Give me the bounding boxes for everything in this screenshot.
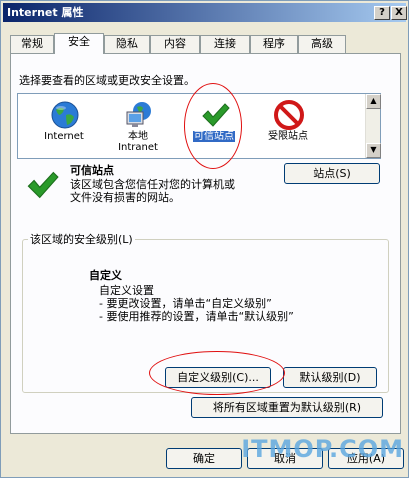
title-bar[interactable]: Internet 属性 ? X [3,3,407,22]
zone-prompt-label: 选择要查看的区域或更改安全设置。 [19,74,195,87]
selected-zone-description-2: 文件没有损害的网站。 [70,191,180,204]
scroll-down-icon[interactable]: ▼ [366,143,381,158]
tab-general[interactable]: 常规 [10,35,54,53]
zone-internet-label: Internet [44,131,84,142]
tab-connections[interactable]: 连接 [200,35,250,53]
no-entry-icon [274,100,304,130]
close-button[interactable]: X [391,6,407,20]
tab-security[interactable]: 安全 [54,33,104,54]
sites-button[interactable]: 站点(S) [284,163,380,184]
security-level-name: 自定义 [89,269,122,282]
intranet-monitor-icon [126,102,151,127]
custom-settings-line-3: - 要使用推荐的设置，请单击“默认级别” [99,310,294,323]
globe-icon [51,101,79,129]
default-level-button[interactable]: 默认级别(D) [283,367,377,388]
zone-list-scrollbar[interactable]: ▲ ▼ [365,94,381,158]
reset-all-zones-button[interactable]: 将所有区域重置为默认级别(R) [191,397,383,418]
window-title: Internet 属性 [7,6,84,19]
zone-internet[interactable]: Internet [28,94,100,158]
zone-local-intranet[interactable]: 本地 Intranet [102,94,174,158]
zone-restricted-sites[interactable]: 受限站点 [252,94,324,158]
tab-content[interactable]: 内容 [150,35,200,53]
internet-options-dialog: Internet 属性 ? X 常规 安全 隐私 内容 连接 程序 高级 选择要… [0,0,409,478]
watermark-text: ITMOP.COM [241,435,404,463]
zone-restricted-label: 受限站点 [268,131,308,142]
tab-privacy[interactable]: 隐私 [104,35,150,53]
ok-button[interactable]: 确定 [166,448,242,469]
tab-advanced[interactable]: 高级 [298,35,346,53]
help-button[interactable]: ? [374,6,390,20]
scroll-up-icon[interactable]: ▲ [366,94,381,109]
zone-intranet-label: 本地 Intranet [118,131,158,153]
trusted-sites-checkmark-icon [27,171,59,199]
security-level-group-title: 该区域的安全级别(L) [28,231,135,247]
red-annotation-ellipse [184,83,242,169]
tab-programs[interactable]: 程序 [250,35,298,53]
red-annotation-ellipse-2 [149,351,285,395]
